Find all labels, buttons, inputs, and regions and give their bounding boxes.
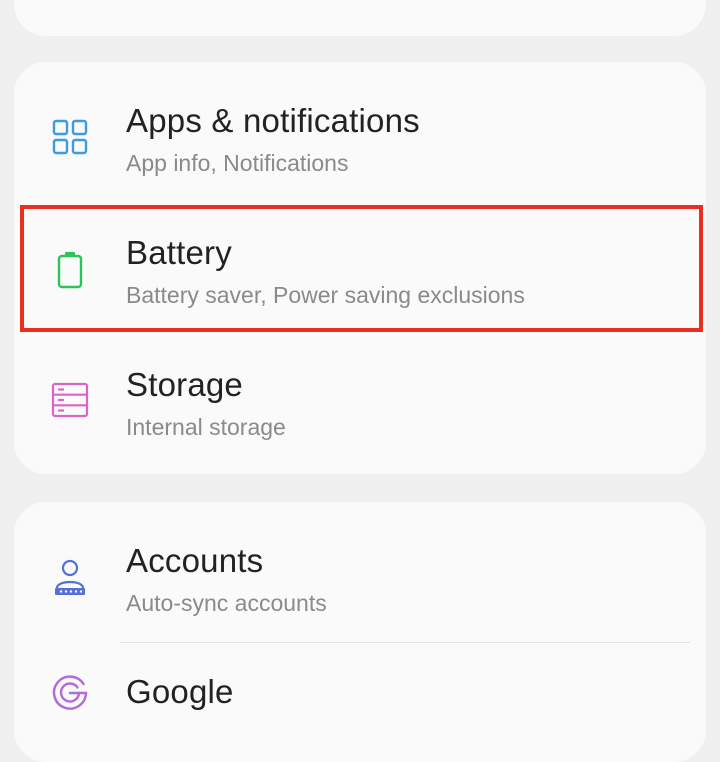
settings-item-title: Storage [126,366,243,403]
settings-item-title: Battery [126,234,232,271]
settings-item-accounts[interactable]: Accounts Auto-sync accounts [14,502,706,642]
settings-card-device: Apps & notifications App info, Notificat… [14,62,706,474]
account-icon [50,558,90,598]
settings-item-apps-notifications[interactable]: Apps & notifications App info, Notificat… [14,62,706,202]
settings-item-subtitle: App info, Notifications [126,150,349,176]
settings-item-battery[interactable]: Battery Battery saver, Power saving excl… [14,202,706,334]
apps-grid-icon [50,117,90,157]
settings-item-title: Apps & notifications [126,102,420,139]
settings-item-subtitle: Auto-sync accounts [126,590,327,616]
settings-item-google[interactable]: Google [14,643,706,762]
battery-icon [50,250,90,290]
settings-card-accounts: Accounts Auto-sync accounts Google [14,502,706,762]
google-icon [50,673,90,713]
settings-item-subtitle: Battery saver, Power saving exclusions [126,282,525,308]
settings-item-storage[interactable]: Storage Internal storage [14,334,706,474]
settings-card-top-partial [14,0,706,36]
settings-item-title: Accounts [126,542,264,579]
settings-item-title: Google [126,673,234,710]
storage-icon [50,380,90,420]
settings-item-subtitle: Internal storage [126,414,286,440]
